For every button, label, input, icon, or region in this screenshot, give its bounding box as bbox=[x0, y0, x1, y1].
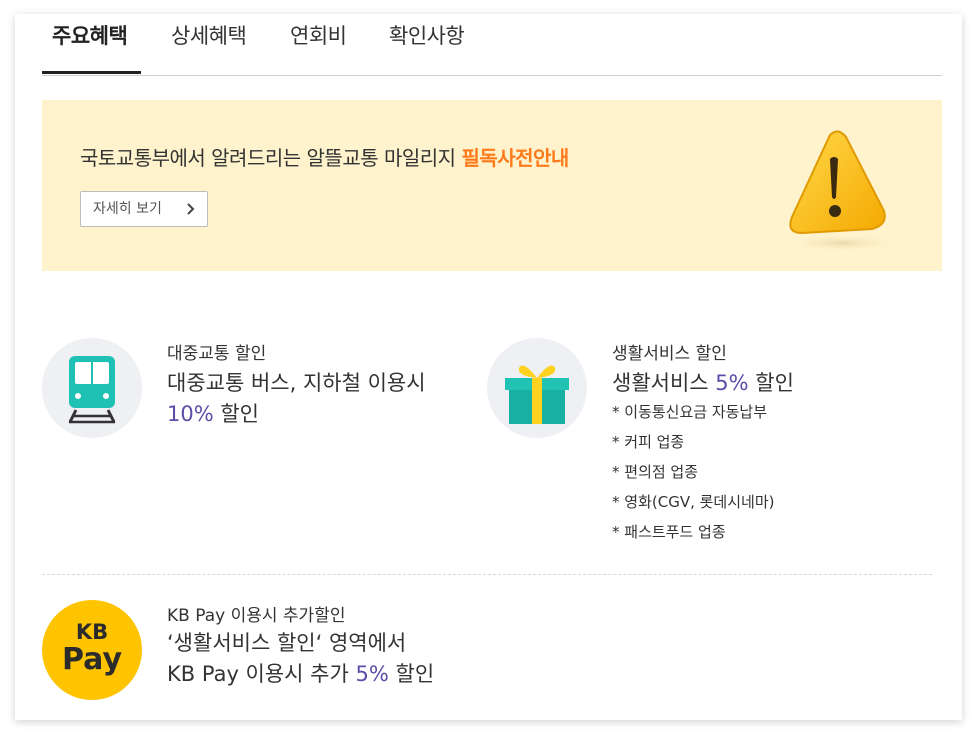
warning-icon bbox=[772, 125, 902, 255]
gift-icon-circle bbox=[487, 338, 587, 438]
living-desc-prefix: 생활서비스 bbox=[612, 371, 716, 395]
living-benefit-desc: 생활서비스 5% 할인 bbox=[612, 368, 794, 399]
kbpay-logo-line2: Pay bbox=[61, 642, 123, 677]
living-discount-rate: 5% bbox=[715, 371, 749, 395]
tab-bar: 주요혜택 상세혜택 연회비 확인사항 bbox=[42, 14, 942, 76]
transit-desc-line1: 대중교통 버스, 지하철 이용시 bbox=[167, 371, 426, 395]
kbpay-benefit-desc: ‘생활서비스 할인‘ 영역에서 KB Pay 이용시 추가 5% 할인 bbox=[167, 628, 434, 690]
transit-desc-line2: 10% 할인 bbox=[167, 399, 426, 430]
transit-desc-suffix: 할인 bbox=[213, 402, 260, 426]
train-icon bbox=[68, 356, 116, 424]
list-item: * 패스트푸드 업종 bbox=[612, 523, 726, 541]
train-icon-circle bbox=[42, 338, 142, 438]
transit-discount-rate: 10% bbox=[167, 402, 214, 426]
active-tab-indicator bbox=[42, 71, 141, 74]
list-item: * 영화(CGV, 롯데시네마) bbox=[612, 493, 775, 511]
view-details-button[interactable]: 자세히 보기 bbox=[80, 191, 208, 227]
list-item: * 편의점 업종 bbox=[612, 463, 699, 481]
banner-title-highlight: 필독사전안내 bbox=[461, 146, 569, 170]
chevron-right-icon bbox=[185, 192, 195, 239]
kbpay-logo-line1: KB bbox=[75, 620, 109, 644]
list-item: * 커피 업종 bbox=[612, 433, 685, 451]
kbpay-discount-rate: 5% bbox=[355, 662, 389, 686]
list-item: * 이동통신요금 자동납부 bbox=[612, 403, 768, 421]
living-benefit-title: 생활서비스 할인 bbox=[612, 344, 727, 364]
transit-benefit-title: 대중교통 할인 bbox=[167, 344, 267, 364]
gift-icon bbox=[505, 365, 569, 424]
section-divider bbox=[42, 574, 932, 575]
view-details-label: 자세히 보기 bbox=[93, 201, 162, 217]
tab-notices[interactable]: 확인사항 bbox=[389, 20, 465, 50]
living-desc-suffix: 할인 bbox=[748, 371, 794, 395]
tab-annual-fee[interactable]: 연회비 bbox=[290, 20, 347, 50]
tab-main-benefits[interactable]: 주요혜택 bbox=[52, 20, 128, 50]
banner-title: 국토교통부에서 알려드리는 알뜰교통 마일리지 필독사전안내 bbox=[80, 142, 569, 171]
kbpay-benefit-title: KB Pay 이용시 추가할인 bbox=[167, 606, 346, 626]
tab-detail-benefits[interactable]: 상세혜택 bbox=[171, 20, 247, 50]
banner-title-text: 국토교통부에서 알려드리는 알뜰교통 마일리지 bbox=[80, 146, 462, 170]
kbpay-desc-line1: ‘생활서비스 할인‘ 영역에서 bbox=[167, 631, 407, 655]
kbpay-desc-prefix: KB Pay 이용시 추가 bbox=[167, 662, 356, 686]
notice-banner: 국토교통부에서 알려드리는 알뜰교통 마일리지 필독사전안내 자세히 보기 bbox=[42, 100, 942, 271]
kbpay-logo: KB Pay bbox=[42, 600, 142, 700]
living-benefit-list: * 이동통신요금 자동납부 * 커피 업종 * 편의점 업종 * 영화(CGV,… bbox=[612, 397, 774, 547]
benefits-card: 주요혜택 상세혜택 연회비 확인사항 국토교통부에서 알려드리는 알뜰교통 마일… bbox=[15, 14, 962, 720]
kbpay-desc-suffix: 할인 bbox=[388, 662, 435, 686]
kbpay-desc-line2: KB Pay 이용시 추가 5% 할인 bbox=[167, 659, 434, 690]
transit-benefit-desc: 대중교통 버스, 지하철 이용시 10% 할인 bbox=[167, 368, 426, 430]
